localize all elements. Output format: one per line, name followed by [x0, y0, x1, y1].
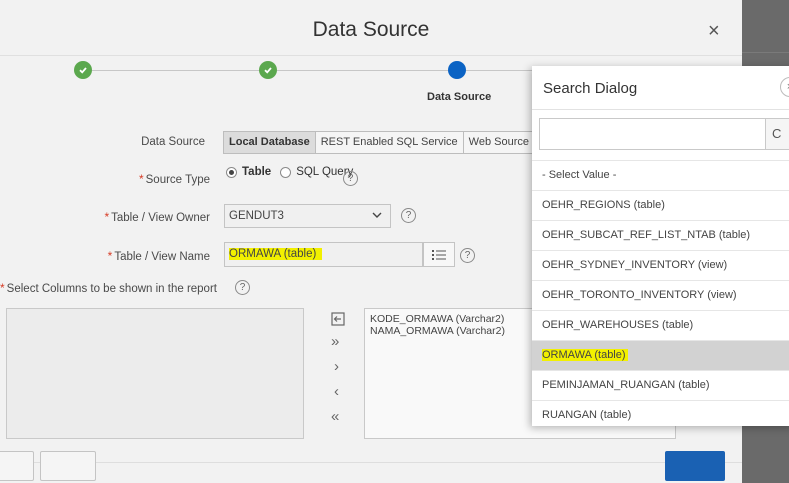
list-item[interactable]: OEHR_TORONTO_INVENTORY (view): [532, 280, 789, 310]
footer-divider: [0, 462, 742, 463]
wizard-connector: [466, 70, 536, 71]
list-item[interactable]: OEHR_SUBCAT_REF_LIST_NTAB (table): [532, 220, 789, 250]
table-name-label: * Table / View Name: [107, 249, 210, 263]
list-item[interactable]: OEHR_SYDNEY_INVENTORY (view): [532, 250, 789, 280]
data-source-option-local-database[interactable]: Local Database: [223, 131, 316, 154]
help-icon[interactable]: ?: [401, 208, 416, 223]
search-input[interactable]: [539, 118, 766, 150]
list-item[interactable]: - Select Value -: [532, 160, 789, 190]
move-icon[interactable]: ›: [334, 358, 339, 375]
list-item[interactable]: OEHR_REGIONS (table): [532, 190, 789, 220]
list-item[interactable]: OEHR_WAREHOUSES (table): [532, 310, 789, 340]
wizard-step-2-check-icon: [259, 61, 277, 79]
search-button[interactable]: C: [765, 118, 789, 150]
radio-table[interactable]: [226, 166, 237, 178]
search-dialog-divider: [532, 109, 789, 110]
search-results-list: - Select Value - OEHR_REGIONS (table) OE…: [532, 160, 789, 426]
required-marker: *: [0, 281, 5, 295]
background-divider: [740, 52, 789, 53]
columns-label: * Select Columns to be shown in the repor…: [0, 281, 217, 295]
remove-icon[interactable]: ‹: [334, 383, 339, 400]
close-icon[interactable]: ×: [708, 20, 720, 43]
required-marker: *: [104, 210, 110, 224]
table-name-value: ORMAWA (table): [229, 248, 323, 260]
wizard-connector: [277, 70, 448, 71]
search-dialog-title: Search Dialog: [543, 80, 638, 97]
owner-label: * Table / View Owner: [104, 210, 210, 224]
required-marker: *: [107, 249, 113, 263]
dialog-title: Data Source: [312, 18, 430, 41]
wizard-connector: [92, 70, 267, 71]
list-item[interactable]: RUANGAN (table): [532, 400, 789, 426]
wizard-step-current: [448, 61, 466, 79]
title-divider: [0, 55, 742, 56]
help-icon[interactable]: ?: [235, 280, 250, 295]
remove-all-icon[interactable]: «: [331, 408, 339, 425]
wizard-step-1-check-icon: [74, 61, 92, 79]
radio-sql-query[interactable]: [280, 166, 292, 178]
help-icon[interactable]: ?: [343, 171, 358, 186]
help-icon[interactable]: ?: [460, 248, 475, 263]
table-name-input[interactable]: ORMAWA (table): [224, 242, 423, 267]
next-button[interactable]: [665, 451, 725, 481]
move-all-icon[interactable]: »: [331, 333, 339, 350]
available-columns-list[interactable]: [6, 308, 304, 439]
data-source-option-web-source[interactable]: Web Source: [462, 131, 535, 154]
list-item-selected[interactable]: ORMAWA (table): [532, 340, 789, 370]
chevron-down-icon: [372, 205, 382, 227]
previous-button[interactable]: [40, 451, 96, 481]
search-dialog: Search Dialog × C - Select Value - OEHR_…: [532, 66, 789, 426]
close-icon[interactable]: ×: [780, 77, 789, 97]
reset-icon[interactable]: [331, 312, 345, 330]
cancel-button[interactable]: [0, 451, 34, 481]
wizard-step-label: Data Source: [427, 91, 492, 103]
list-item[interactable]: PEMINJAMAN_RUANGAN (table): [532, 370, 789, 400]
required-marker: *: [138, 172, 144, 186]
list-item-label: ORMAWA (table): [542, 349, 628, 361]
radio-table-label[interactable]: Table: [242, 166, 271, 178]
data-source-label: Data Source: [141, 136, 205, 148]
source-type-label: * Source Type: [138, 172, 210, 186]
data-source-option-rest-sql[interactable]: REST Enabled SQL Service: [314, 131, 464, 154]
owner-select-value: GENDUT3: [229, 210, 284, 222]
data-source-segmented-control: Local Database REST Enabled SQL Service …: [223, 131, 535, 154]
source-type-radio-group: Table SQL Query: [226, 166, 353, 178]
owner-select[interactable]: GENDUT3: [224, 204, 391, 228]
list-icon[interactable]: [423, 242, 455, 267]
